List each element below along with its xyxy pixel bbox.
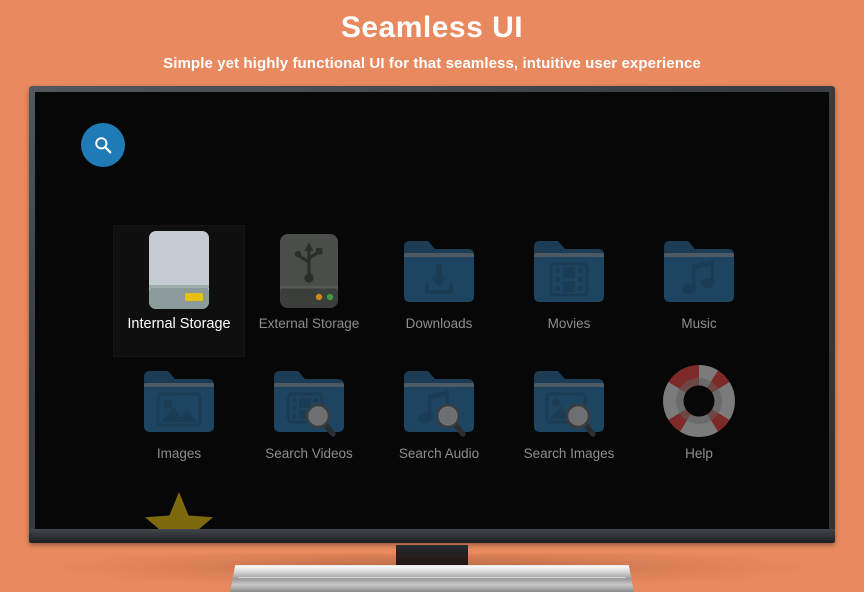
page-title: Seamless UI	[340, 11, 524, 44]
search-button[interactable]	[81, 123, 125, 167]
tv-illustration: Internal Storage External Storage Downlo…	[0, 86, 864, 592]
icon-grid: Internal Storage External Storage Downlo…	[113, 225, 780, 486]
folder-music-search-icon	[399, 358, 479, 444]
page-subtitle: Simple yet highly functional UI for that…	[163, 55, 701, 72]
tile-search-images[interactable]: Search Images	[504, 356, 634, 486]
tile-label: External Storage	[258, 316, 360, 331]
page-header: Seamless UI Simple yet highly functional…	[0, 0, 864, 74]
tile-label: Internal Storage	[127, 316, 231, 332]
tile-label: Help	[685, 446, 713, 461]
tile-search-audio[interactable]: Search Audio	[374, 356, 504, 486]
tile-search-videos[interactable]: Search Videos	[244, 356, 374, 486]
tv-screen: Internal Storage External Storage Downlo…	[35, 92, 829, 529]
folder-film-icon	[529, 228, 609, 314]
tile-label: Search Audio	[398, 446, 480, 461]
folder-picture-icon	[139, 358, 219, 444]
star-favorites-icon	[139, 488, 219, 529]
internal-storage-icon	[139, 228, 219, 314]
tile-label: Movies	[547, 316, 591, 331]
folder-film-search-icon	[269, 358, 349, 444]
tile-label: Search Videos	[265, 446, 353, 461]
search-icon	[92, 134, 114, 156]
folder-download-icon	[399, 228, 479, 314]
tile-movies[interactable]: Movies	[504, 226, 634, 356]
tv-stand-base	[230, 565, 634, 592]
tile-label: Search Images	[523, 446, 615, 461]
tile-downloads[interactable]: Downloads	[374, 226, 504, 356]
external-storage-usb-icon	[269, 228, 349, 314]
tile-help[interactable]: Help	[634, 356, 764, 486]
tile-label: Downloads	[405, 316, 473, 331]
tv-bezel: Internal Storage External Storage Downlo…	[29, 86, 835, 543]
folder-music-note-icon	[659, 228, 739, 314]
icon-grid-partial-row	[114, 486, 780, 529]
tv-bottom-bezel	[29, 529, 835, 543]
tile-internal-storage[interactable]: Internal Storage	[113, 225, 245, 357]
tile-label: Music	[681, 316, 717, 331]
tile-label: Images	[156, 446, 202, 461]
tile-external-storage[interactable]: External Storage	[244, 226, 374, 356]
tile-images[interactable]: Images	[114, 356, 244, 486]
tile-favorites[interactable]	[114, 486, 244, 529]
folder-picture-search-icon	[529, 358, 609, 444]
lifebuoy-help-icon	[659, 358, 739, 444]
tile-music[interactable]: Music	[634, 226, 764, 356]
